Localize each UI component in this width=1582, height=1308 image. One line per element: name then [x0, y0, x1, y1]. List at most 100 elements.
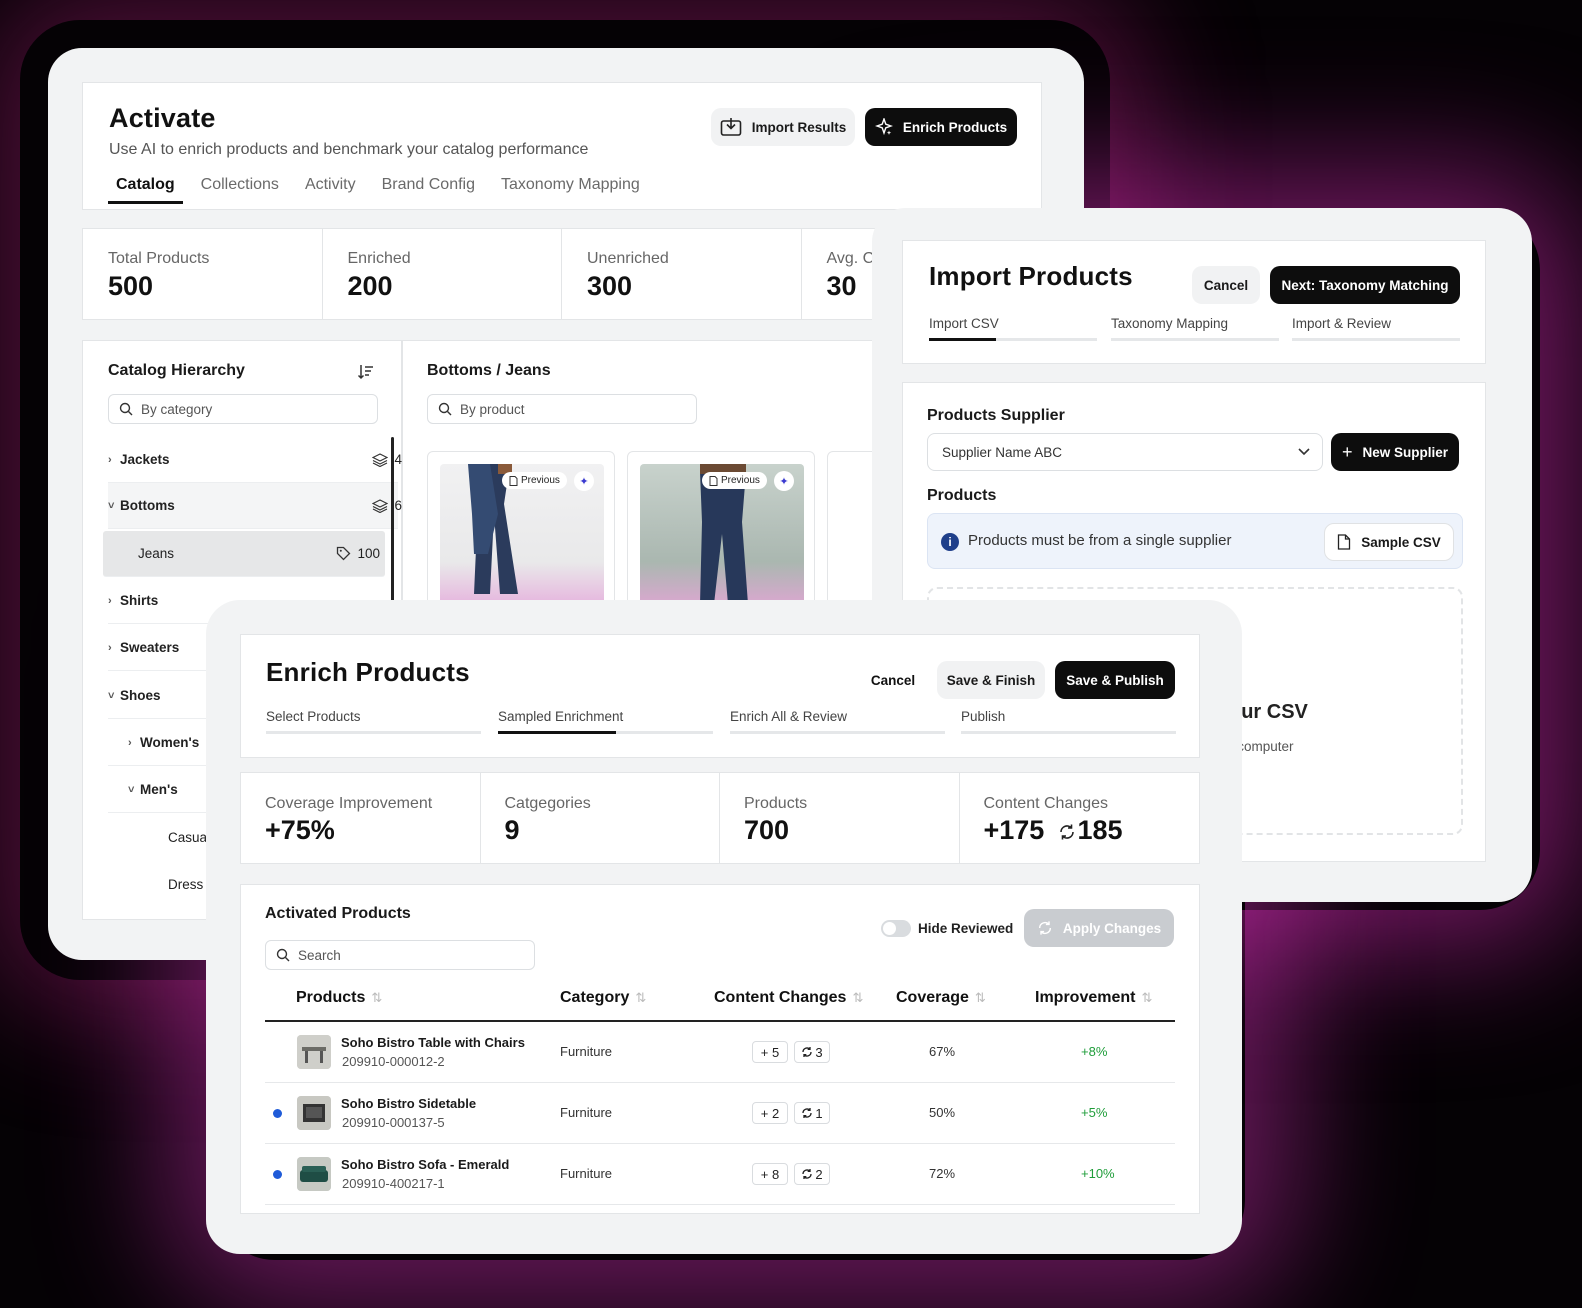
tab-brand-config[interactable]: Brand Config: [382, 176, 475, 204]
step-taxonomy-mapping[interactable]: Taxonomy Mapping: [1111, 316, 1228, 331]
tab-collections[interactable]: Collections: [201, 176, 279, 204]
cancel-button[interactable]: Cancel: [1192, 266, 1260, 304]
stat-enriched: Enriched 200: [323, 229, 562, 319]
column-header-coverage[interactable]: Coverage ⇅: [896, 989, 986, 1007]
stat-value: 200: [347, 271, 393, 301]
product-sku: 209910-000012-2: [342, 1054, 445, 1069]
tree-item-count-value: 100: [357, 546, 380, 561]
products-heading: Products: [927, 487, 997, 504]
new-supplier-button[interactable]: + New Supplier: [1331, 433, 1459, 471]
step-publish[interactable]: Publish: [961, 709, 1005, 724]
tree-scrollbar[interactable]: [391, 437, 394, 607]
tree-item-label: Bottoms: [120, 498, 175, 513]
added-chip[interactable]: + 2: [752, 1102, 788, 1124]
sort-icon: ⇅: [635, 990, 647, 1005]
table-row[interactable]: Soho Bistro Sofa - Emerald 209910-400217-…: [265, 1144, 1175, 1205]
product-category: Furniture: [560, 1044, 613, 1059]
column-header-improvement[interactable]: Improvement ⇅: [1035, 989, 1152, 1007]
enrich-products-button[interactable]: Enrich Products: [865, 108, 1017, 146]
changed-chip[interactable]: 2: [794, 1163, 830, 1185]
step-select-products[interactable]: Select Products: [266, 709, 361, 724]
tree-item-count: 100: [336, 546, 380, 561]
column-header-category[interactable]: Category ⇅: [560, 989, 646, 1007]
sort-icon[interactable]: [357, 363, 375, 381]
cancel-button[interactable]: Cancel: [857, 661, 929, 699]
plus-icon: +: [1341, 441, 1353, 462]
tab-catalog[interactable]: Catalog: [108, 176, 183, 204]
enrich-header: Enrich Products Cancel Save & Finish Sav…: [240, 634, 1200, 758]
supplier-value: Supplier Name ABC: [942, 444, 1063, 460]
hide-reviewed-toggle[interactable]: [881, 920, 911, 937]
table-search-placeholder: Search: [298, 947, 341, 963]
tree-item-label: Casua: [168, 829, 208, 845]
import-results-button[interactable]: Import Results: [711, 108, 855, 146]
changed-chip[interactable]: 3: [794, 1041, 830, 1063]
product-name[interactable]: Soho Bistro Sofa - Emerald: [341, 1157, 509, 1172]
search-icon: [438, 402, 452, 416]
enrich-title: Enrich Products: [266, 657, 470, 687]
previous-pill[interactable]: Previous: [502, 472, 567, 489]
product-name[interactable]: Soho Bistro Sidetable: [341, 1096, 476, 1111]
improvement-value: +10%: [1081, 1166, 1115, 1181]
coverage-value: 72%: [929, 1166, 956, 1181]
tab-taxonomy-mapping[interactable]: Taxonomy Mapping: [501, 176, 640, 204]
table-row[interactable]: Soho Bistro Sidetable 209910-000137-5 Furn…: [265, 1083, 1175, 1144]
product-search-placeholder: By product: [460, 401, 525, 417]
products-breadcrumb: Bottoms / Jeans: [427, 362, 551, 379]
stat-label: Unenriched: [587, 250, 669, 267]
unreviewed-dot: [273, 1109, 282, 1118]
save-publish-button[interactable]: Save & Publish: [1055, 661, 1175, 699]
stat-label: Coverage Improvement: [265, 795, 433, 812]
step-import-review[interactable]: Import & Review: [1292, 316, 1391, 331]
tab-activity[interactable]: Activity: [305, 176, 356, 204]
stat-categories: Catgegories 9: [481, 773, 720, 863]
save-finish-button[interactable]: Save & Finish: [937, 661, 1045, 699]
step-enrich-all-review[interactable]: Enrich All & Review: [730, 709, 847, 724]
column-header-content-changes[interactable]: Content Changes ⇅: [714, 989, 863, 1007]
supplier-select[interactable]: Supplier Name ABC: [927, 433, 1323, 471]
column-header-label: Coverage: [896, 989, 969, 1006]
stat-label: Catgegories: [504, 795, 591, 812]
table-search-input[interactable]: Search: [265, 940, 535, 970]
tree-item-bottoms[interactable]: ˅ Bottoms 6: [108, 483, 402, 529]
stat-unenriched: Unenriched 300: [562, 229, 802, 319]
next-taxonomy-button[interactable]: Next: Taxonomy Matching: [1270, 266, 1460, 304]
tree-item-jeans[interactable]: Jeans 100: [103, 531, 385, 577]
tree-item-jackets[interactable]: › Jackets 4: [108, 437, 402, 483]
added-chip[interactable]: + 8: [752, 1163, 788, 1185]
changed-chip[interactable]: 1: [794, 1102, 830, 1124]
stat-products: Products 700: [720, 773, 960, 863]
category-search-input[interactable]: By category: [108, 394, 378, 424]
search-icon: [276, 948, 290, 962]
product-category: Furniture: [560, 1105, 613, 1120]
stat-value: +75%: [265, 815, 335, 845]
column-header-products[interactable]: Products ⇅: [296, 989, 382, 1007]
stat-total-products: Total Products 500: [83, 229, 323, 319]
product-name[interactable]: Soho Bistro Table with Chairs: [341, 1035, 525, 1050]
tree-item-label: Jeans: [138, 546, 175, 561]
changed-count: 1: [815, 1105, 823, 1121]
activate-tabs: Catalog Collections Activity Brand Confi…: [108, 176, 666, 204]
column-header-label: Improvement: [1035, 989, 1136, 1006]
enrich-stats: Coverage Improvement +75% Catgegories 9 …: [240, 772, 1200, 864]
column-header-label: Content Changes: [714, 989, 847, 1006]
stat-label: Total Products: [108, 250, 210, 267]
previous-pill[interactable]: Previous: [702, 472, 767, 489]
apply-changes-button[interactable]: Apply Changes: [1024, 909, 1174, 947]
sparkle-icon[interactable]: ✦: [574, 471, 594, 491]
column-header-label: Category: [560, 989, 630, 1006]
previous-pill-label: Previous: [721, 475, 760, 486]
tree-item-label: Women's: [140, 735, 200, 750]
added-chip[interactable]: + 5: [752, 1041, 788, 1063]
step-sampled-enrichment[interactable]: Sampled Enrichment: [498, 709, 623, 724]
layers-icon: [372, 452, 389, 467]
table-row[interactable]: Soho Bistro Table with Chairs 209910-0000…: [265, 1022, 1175, 1083]
supplier-heading: Products Supplier: [927, 407, 1065, 424]
step-import-csv[interactable]: Import CSV: [929, 316, 999, 331]
changed-count: 2: [815, 1166, 823, 1182]
product-search-input[interactable]: By product: [427, 394, 697, 424]
step-progress: [961, 731, 1176, 734]
sample-csv-button[interactable]: Sample CSV: [1324, 523, 1454, 561]
stat-value-secondary: 185: [1077, 815, 1123, 845]
sparkle-icon[interactable]: ✦: [774, 471, 794, 491]
